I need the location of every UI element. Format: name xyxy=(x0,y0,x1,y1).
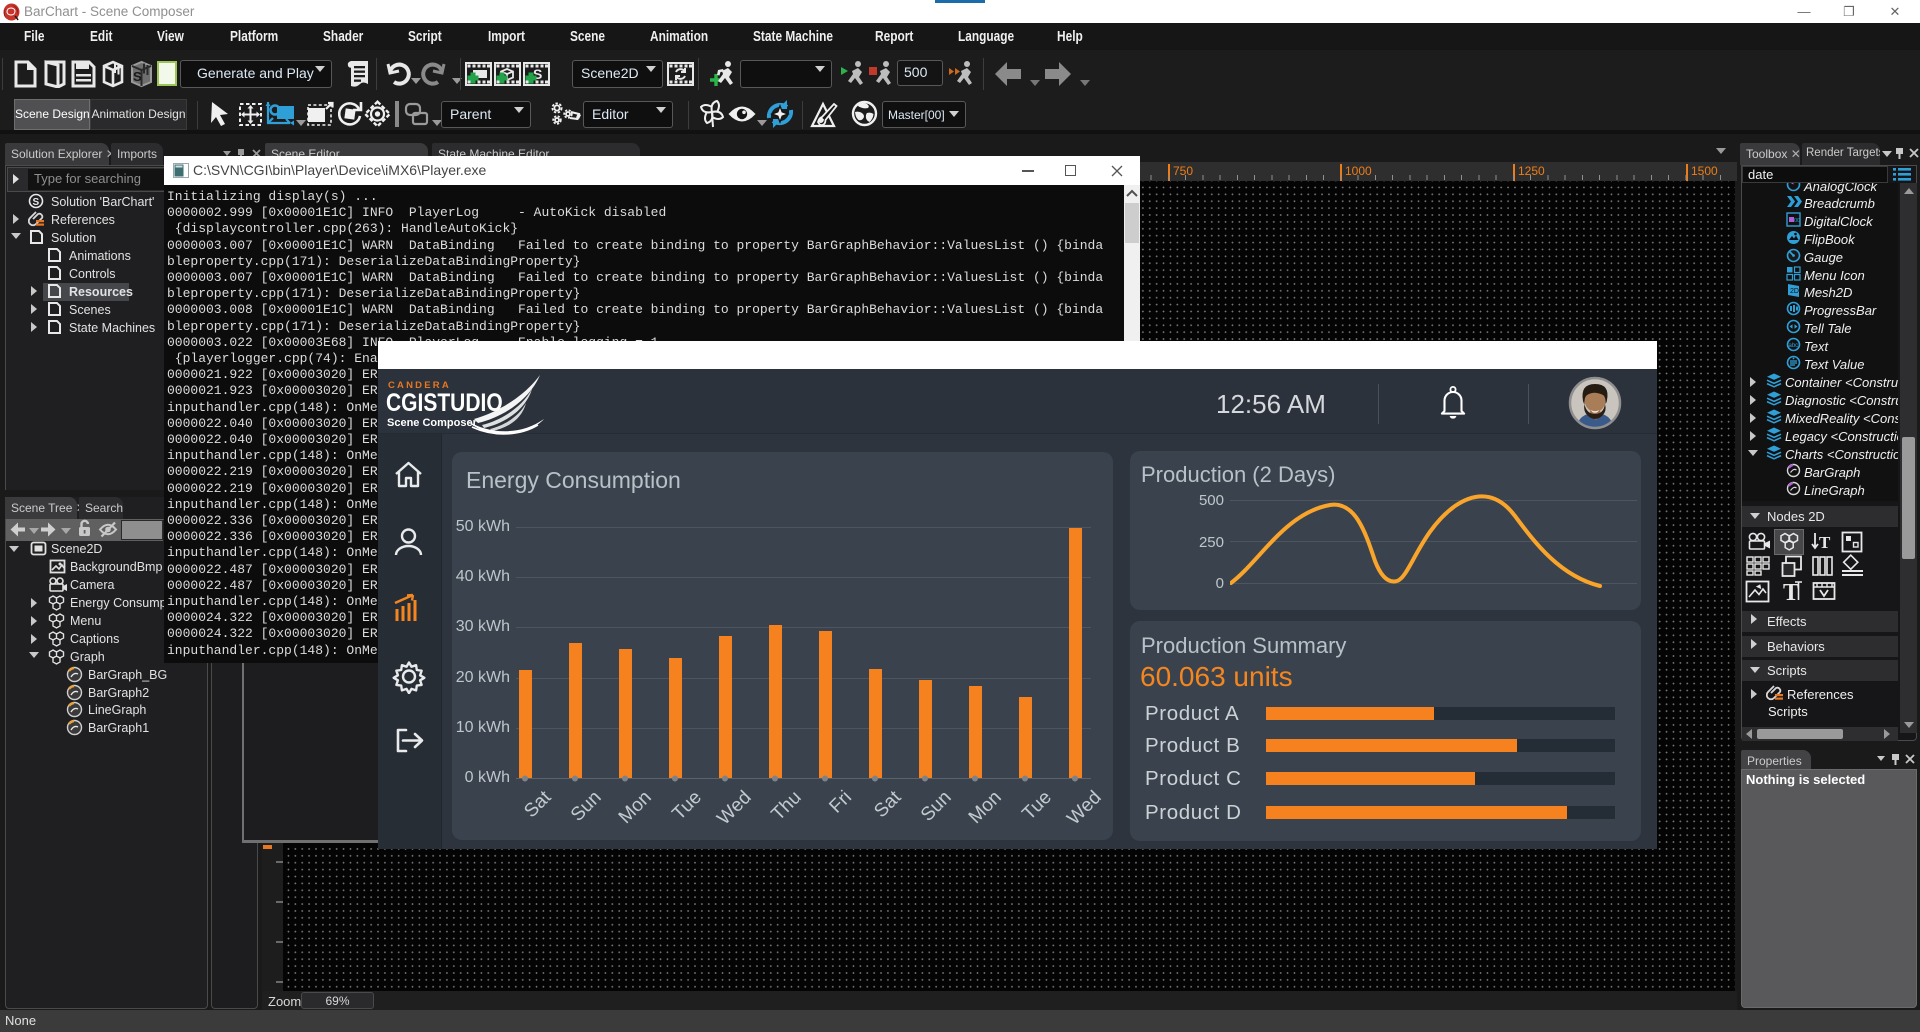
svg-text:2D: 2D xyxy=(1790,288,1799,295)
svg-text:S: S xyxy=(133,69,142,84)
svg-text:T: T xyxy=(1783,580,1799,604)
svg-text:T: T xyxy=(1819,533,1831,552)
svg-text:S: S xyxy=(33,197,40,208)
svg-text:abc: abc xyxy=(1789,343,1799,349)
svg-text:00: 00 xyxy=(1794,218,1800,224)
